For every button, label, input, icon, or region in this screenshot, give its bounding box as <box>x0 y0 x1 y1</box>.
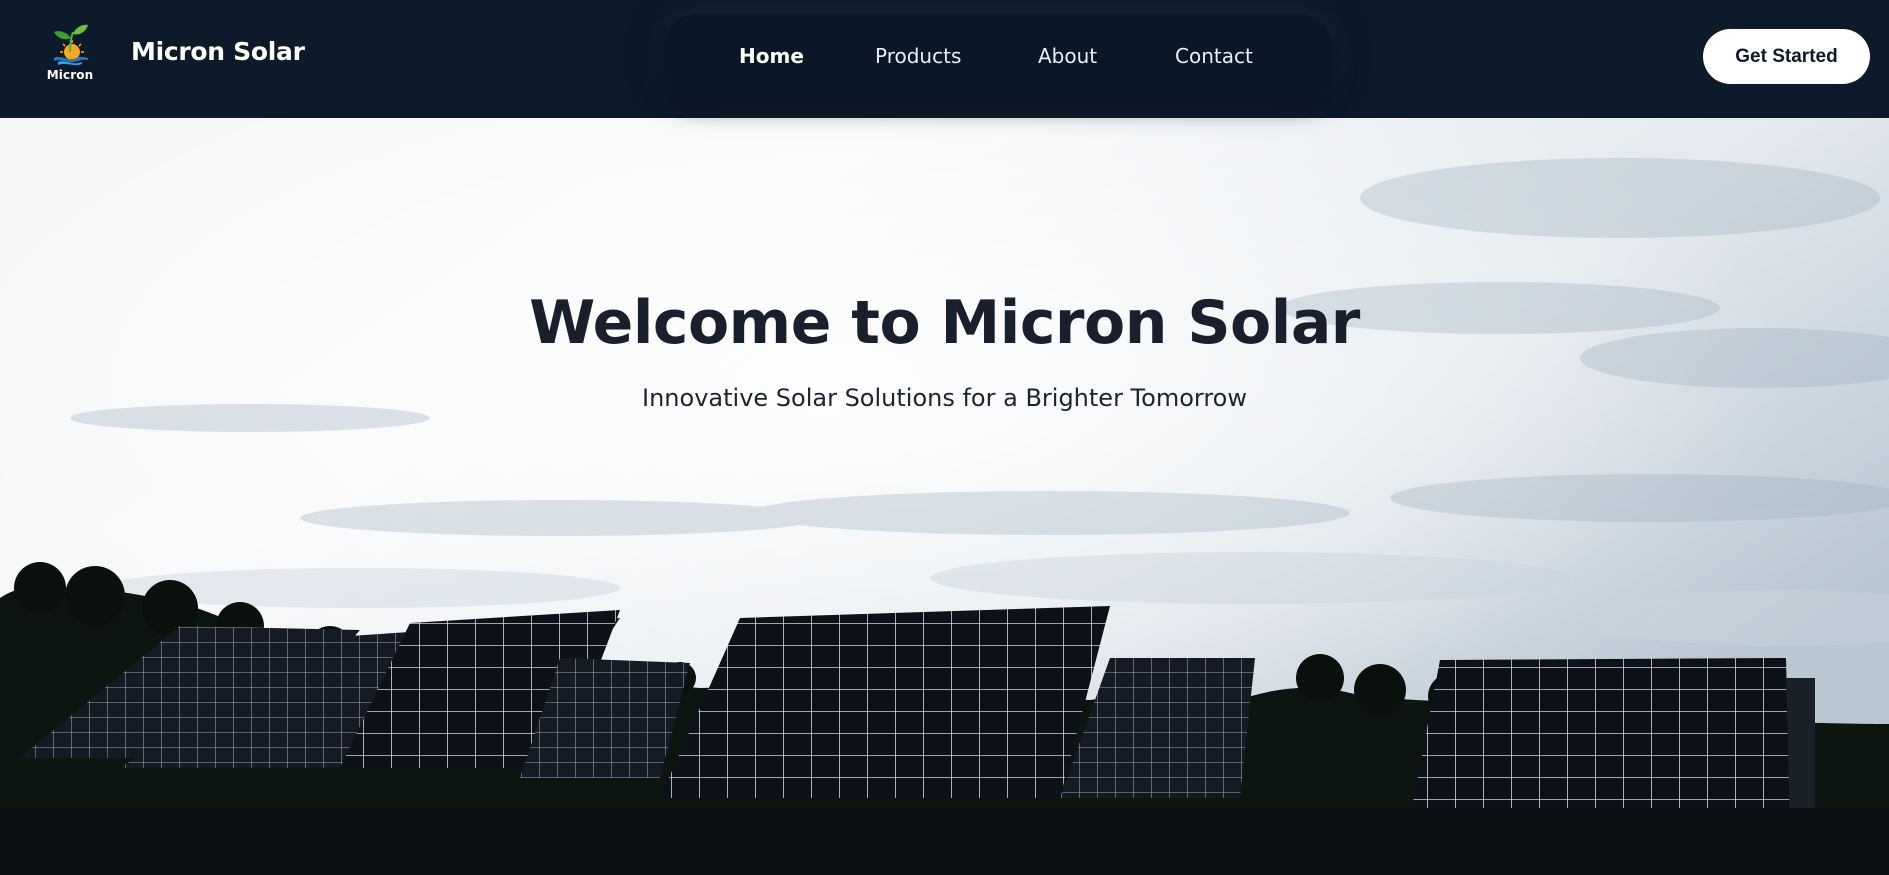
leaf-sun-logo-icon <box>54 24 88 65</box>
logo[interactable]: Micron <box>44 22 96 84</box>
get-started-button[interactable]: Get Started <box>1703 29 1870 84</box>
nav-item-about[interactable]: About <box>1038 44 1097 68</box>
site-header: Micron Micron Solar Home Products About … <box>0 0 1889 118</box>
brand[interactable]: Micron Micron Solar <box>44 22 305 84</box>
main-nav: Home Products About Contact <box>664 14 1332 98</box>
nav-item-products[interactable]: Products <box>875 44 961 68</box>
nav-item-home[interactable]: Home <box>739 44 804 68</box>
nav-item-contact[interactable]: Contact <box>1175 44 1253 68</box>
hero-title: Welcome to Micron Solar <box>529 288 1360 358</box>
hero-background-image <box>0 118 1889 875</box>
logo-text: Micron <box>46 68 94 82</box>
brand-name[interactable]: Micron Solar <box>131 37 305 66</box>
hero-section: Welcome to Micron Solar Innovative Solar… <box>0 118 1889 875</box>
hero-subtitle: Innovative Solar Solutions for a Brighte… <box>642 384 1247 412</box>
